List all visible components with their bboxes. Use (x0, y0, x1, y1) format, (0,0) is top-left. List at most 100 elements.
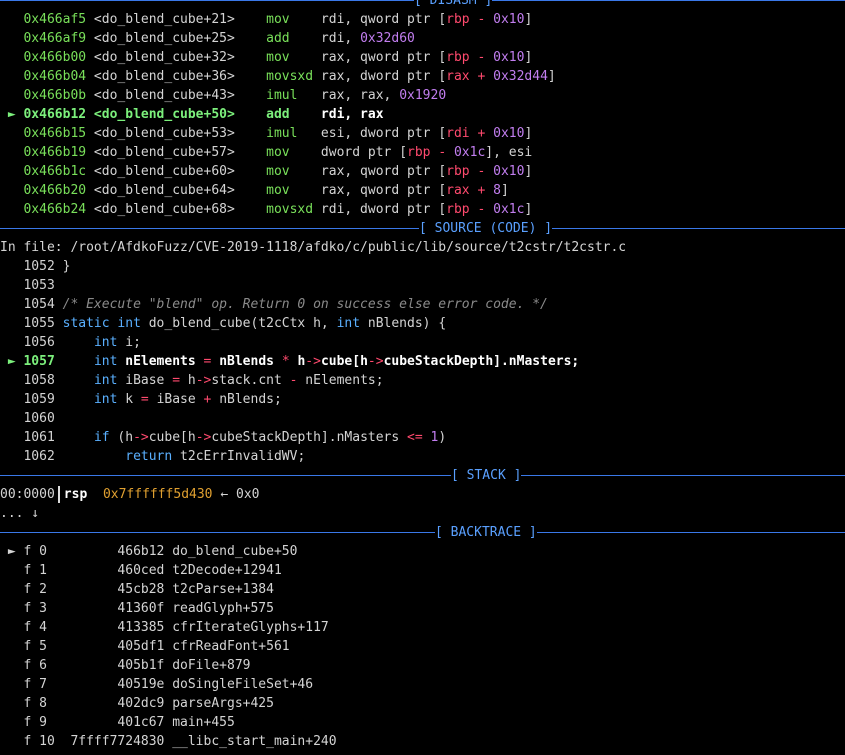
stack-divider (57, 486, 60, 503)
disasm-address: 0x466b04 (23, 69, 87, 84)
source-code: return t2cErrInvalidWV; (125, 449, 306, 464)
frame-address: 401c67 (54, 715, 165, 730)
backtrace-frame[interactable]: f 5 405df1 cfrReadFont+561 (0, 637, 845, 656)
frame-symbol: main+455 (164, 715, 235, 730)
disasm-row: 0x466b24 <do_blend_cube+68> movsxd rdi, … (0, 200, 845, 219)
source-line: 1053 (0, 276, 845, 295)
source-code: int nElements = nBlends * h->cube[h->cub… (93, 354, 580, 369)
frame-address: 402dc9 (54, 696, 165, 711)
backtrace-separator: [ BACKTRACE ] (0, 523, 845, 542)
stack-offset: 00:0000 (0, 487, 55, 502)
source-line: 1060 (0, 409, 845, 428)
disasm-symbol: <do_blend_cube+60> (86, 164, 267, 179)
disasm-operands: rax, rax, 0x1920 (320, 88, 447, 103)
source-line-number: 1057 (23, 354, 63, 369)
frame-symbol: __libc_start_main+240 (164, 734, 337, 749)
disasm-mnemonic: mov (266, 145, 321, 160)
disasm-address: 0x466b20 (23, 183, 87, 198)
disasm-operands: dword ptr [rbp - 0x1c], esi (320, 145, 533, 160)
stack-header: [ STACK ] (451, 466, 522, 485)
current-line-marker: ► (0, 354, 24, 369)
frame-symbol: t2cParse+1384 (164, 582, 274, 597)
disasm-symbol: <do_blend_cube+57> (86, 145, 267, 160)
stack-separator: [ STACK ] (0, 466, 845, 485)
backtrace-frame[interactable]: f 8 402dc9 parseArgs+425 (0, 694, 845, 713)
disasm-symbol: <do_blend_cube+64> (86, 183, 267, 198)
source-line-number: 1061 (23, 430, 63, 445)
source-code: int i; (93, 335, 141, 350)
disasm-address: 0x466b12 (23, 107, 87, 122)
disasm-address: 0x466b0b (23, 88, 87, 103)
source-line: 1059 int k = iBase + nBlends; (0, 390, 845, 409)
backtrace-frame[interactable]: f 10 7ffff7724830 __libc_start_main+240 (0, 732, 845, 751)
disasm-mnemonic: movsxd (266, 69, 321, 84)
disasm-address: 0x466b15 (23, 126, 87, 141)
disasm-address: 0x466b24 (23, 202, 87, 217)
source-current-line: ► 1057 int nElements = nBlends * h->cube… (0, 352, 845, 371)
stack-value: ← 0x0 (220, 487, 260, 502)
backtrace-header: [ BACKTRACE ] (435, 523, 537, 542)
frame-address: 40519e (54, 677, 165, 692)
backtrace-panel: ► f 0 466b12 do_blend_cube+50 f 1 460ced… (0, 542, 845, 751)
disasm-operands: esi, dword ptr [rdi + 0x10] (320, 126, 533, 141)
backtrace-frame[interactable]: f 9 401c67 main+455 (0, 713, 845, 732)
disasm-symbol: <do_blend_cube+32> (86, 50, 267, 65)
frame-number: f 3 (23, 601, 55, 616)
backtrace-frame[interactable]: f 1 460ced t2Decode+12941 (0, 561, 845, 580)
source-line-number: 1053 (23, 278, 63, 293)
frame-address: 460ced (54, 563, 165, 578)
disasm-operands: rax, qword ptr [rbp - 0x10] (320, 164, 533, 179)
disasm-mnemonic: mov (266, 12, 321, 27)
disasm-operands: rdi, qword ptr [rbp - 0x10] (320, 12, 533, 27)
disasm-row: 0x466b15 <do_blend_cube+53> imul esi, dw… (0, 124, 845, 143)
disasm-symbol: <do_blend_cube+21> (86, 12, 267, 27)
frame-number: f 0 (23, 544, 55, 559)
disasm-symbol: <do_blend_cube+68> (86, 202, 267, 217)
disasm-separator: [ DISASM ] (0, 0, 845, 10)
frame-number: f 2 (23, 582, 55, 597)
frame-number: f 7 (23, 677, 55, 692)
frame-number: f 1 (23, 563, 55, 578)
disasm-current-row: ► 0x466b12 <do_blend_cube+50> add rdi, r… (0, 105, 845, 124)
disasm-row: 0x466b19 <do_blend_cube+57> mov dword pt… (0, 143, 845, 162)
frame-number: f 8 (23, 696, 55, 711)
source-line-number: 1060 (23, 411, 63, 426)
source-line-number: 1059 (23, 392, 63, 407)
backtrace-frame[interactable]: f 6 405b1f doFile+879 (0, 656, 845, 675)
disasm-address: 0x466b19 (23, 145, 87, 160)
backtrace-frame[interactable]: f 3 41360f readGlyph+575 (0, 599, 845, 618)
stack-more: ... ↓ (0, 506, 40, 521)
frame-symbol: t2Decode+12941 (164, 563, 282, 578)
frame-address: 405df1 (54, 639, 165, 654)
source-line: 1054 /* Execute "blend" op. Return 0 on … (0, 295, 845, 314)
disasm-symbol: <do_blend_cube+36> (86, 69, 267, 84)
source-code: static int do_blend_cube(t2cCtx h, int n… (62, 316, 447, 331)
source-line: 1061 if (h->cube[h->cubeStackDepth].nMas… (0, 428, 845, 447)
backtrace-frame[interactable]: f 7 40519e doSingleFileSet+46 (0, 675, 845, 694)
source-line-number: 1055 (23, 316, 63, 331)
current-frame-marker: ► (0, 544, 24, 559)
frame-number: f 9 (23, 715, 55, 730)
source-line: 1062 return t2cErrInvalidWV; (0, 447, 845, 466)
disasm-operands: rdi, rax (320, 107, 384, 122)
disasm-address: 0x466af9 (23, 31, 87, 46)
stack-register: rsp (63, 487, 88, 502)
backtrace-frame[interactable]: f 2 45cb28 t2cParse+1384 (0, 580, 845, 599)
disasm-mnemonic: imul (266, 88, 321, 103)
frame-number: f 4 (23, 620, 55, 635)
disasm-operands: rax, qword ptr [rbp - 0x10] (320, 50, 533, 65)
disasm-row: 0x466b04 <do_blend_cube+36> movsxd rax, … (0, 67, 845, 86)
disasm-symbol: <do_blend_cube+43> (86, 88, 267, 103)
disasm-operands: rax, dword ptr [rax + 0x32d44] (320, 69, 556, 84)
disasm-operands: rdi, 0x32d60 (320, 31, 415, 46)
backtrace-frame[interactable]: f 4 413385 cfrIterateGlyphs+117 (0, 618, 845, 637)
frame-symbol: cfrIterateGlyphs+117 (164, 620, 329, 635)
disasm-mnemonic: mov (266, 164, 321, 179)
current-instruction-marker: ► (0, 107, 24, 122)
frame-address: 405b1f (54, 658, 165, 673)
disasm-mnemonic: add (266, 31, 321, 46)
stack-row: 00:0000 rsp 0x7ffffff5d430 ← 0x0 (0, 485, 845, 504)
backtrace-frame[interactable]: ► f 0 466b12 do_blend_cube+50 (0, 542, 845, 561)
frame-number: f 10 (23, 734, 55, 749)
disasm-mnemonic: mov (266, 183, 321, 198)
